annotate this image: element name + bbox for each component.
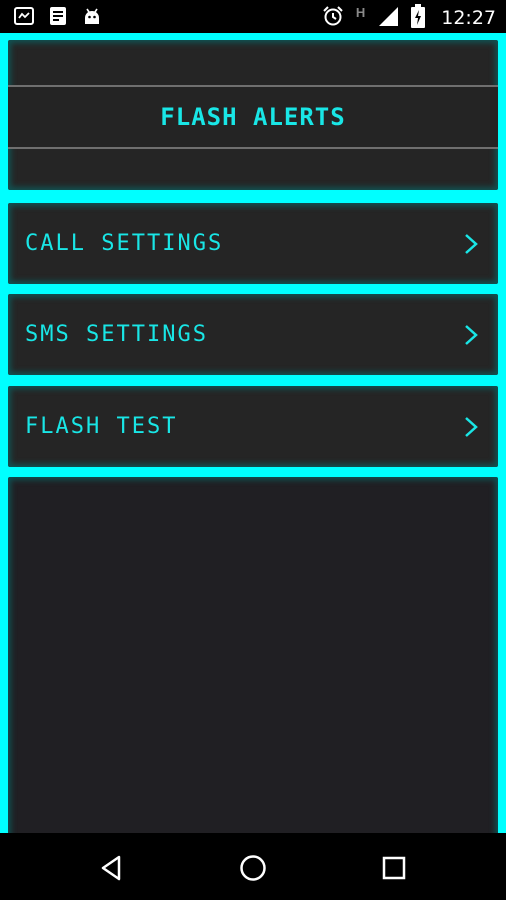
status-time: 12:27 <box>441 7 496 29</box>
page-title: FLASH ALERTS <box>160 103 346 131</box>
flash-test-button[interactable]: FLASH TEST <box>8 386 498 467</box>
recents-icon[interactable] <box>379 853 409 883</box>
network-type-indicator: H <box>355 4 366 20</box>
navigation-bar <box>0 833 506 900</box>
header-panel: FLASH ALERTS <box>8 40 498 190</box>
signal-icon <box>377 5 399 31</box>
chevron-right-icon <box>462 323 480 347</box>
android-icon <box>82 6 102 30</box>
battery-charging-icon <box>411 4 426 32</box>
flash-test-label: FLASH TEST <box>25 414 178 439</box>
back-icon[interactable] <box>97 853 127 883</box>
sms-settings-label: SMS SETTINGS <box>25 322 208 347</box>
screen-mirror-icon <box>14 6 34 30</box>
status-bar: H 12:27 <box>0 0 506 33</box>
call-settings-label: CALL SETTINGS <box>25 231 224 256</box>
call-settings-button[interactable]: CALL SETTINGS <box>8 203 498 284</box>
sms-settings-button[interactable]: SMS SETTINGS <box>8 294 498 375</box>
home-icon[interactable] <box>238 853 268 883</box>
empty-content-panel <box>8 477 498 833</box>
notes-icon <box>48 6 68 30</box>
app-content: FLASH ALERTS CALL SETTINGS SMS SETTINGS … <box>0 33 506 833</box>
title-band: FLASH ALERTS <box>8 85 498 149</box>
chevron-right-icon <box>462 415 480 439</box>
alarm-icon <box>322 5 344 31</box>
chevron-right-icon <box>462 232 480 256</box>
